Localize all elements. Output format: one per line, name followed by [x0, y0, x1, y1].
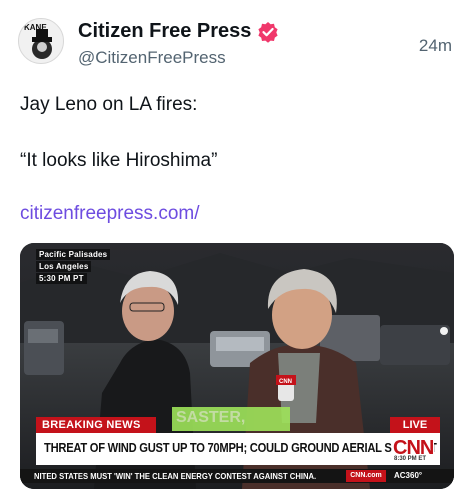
author-handle[interactable]: @CitizenFreePress — [78, 48, 226, 68]
location-tag-place: Pacific Palisades — [36, 249, 111, 260]
lower-third-banner: THREAT OF WIND GUST UP TO 70MPH; COULD G… — [36, 433, 440, 465]
cnn-logo-text: CNN — [393, 437, 434, 457]
news-headline: THREAT OF WIND GUST UP TO 70MPH; COULD G… — [44, 440, 437, 455]
ticker-text: NITED STATES MUST 'WIN' THE CLEAN ENERGY… — [34, 471, 317, 481]
kane-avatar-icon: KANE — [19, 19, 63, 63]
post-link[interactable]: citizenfreepress.com/ — [20, 203, 200, 225]
network-time: 8:30 PM ET — [394, 456, 427, 462]
author-avatar[interactable]: KANE — [18, 18, 64, 64]
breaking-news-label: BREAKING NEWS — [36, 417, 156, 433]
post-text-line-1: Jay Leno on LA fires: — [20, 94, 198, 115]
live-label: LIVE — [390, 417, 440, 433]
news-ticker: NITED STATES MUST 'WIN' THE CLEAN ENERGY… — [20, 469, 454, 483]
avatar-text: KANE — [24, 23, 47, 32]
ticker-source: CNN.com — [346, 470, 386, 482]
tweet-post: KANE Citizen Free Press @CitizenFreePres… — [0, 0, 472, 500]
verified-badge-icon — [258, 21, 279, 43]
post-text-line-2: “It looks like Hiroshima” — [20, 150, 218, 171]
video-thumbnail[interactable]: CNN Pacific Palisades Los Angeles 5:30 P… — [20, 243, 454, 489]
author-display-name[interactable]: Citizen Free Press — [78, 20, 251, 43]
mic-flag-text: CNN — [279, 379, 292, 385]
green-overlay-tag: SASTER, — [172, 407, 290, 431]
post-timestamp[interactable]: 24m — [419, 36, 452, 56]
location-tag-city: Los Angeles — [36, 261, 92, 272]
author-name-row[interactable]: Citizen Free Press — [78, 20, 279, 43]
location-tag-time: 5:30 PM PT — [36, 273, 87, 284]
ticker-show-name: AC360° — [394, 471, 423, 480]
cnn-logo-icon: CNN — [392, 435, 434, 457]
